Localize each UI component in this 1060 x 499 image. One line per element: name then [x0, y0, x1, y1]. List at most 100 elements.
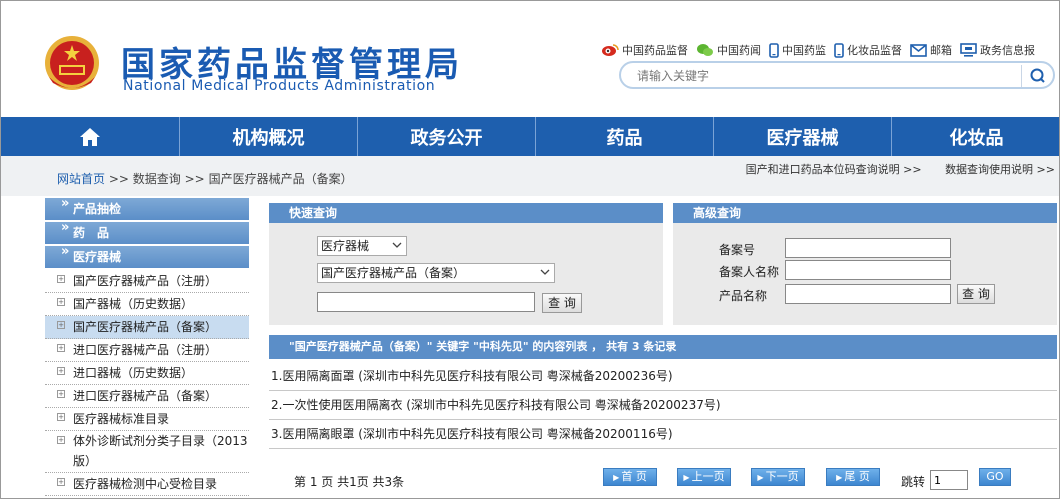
- expand-icon: +: [57, 344, 65, 352]
- play-icon: ▶: [613, 473, 620, 482]
- database-select[interactable]: 国产医疗器械产品（备案）: [317, 263, 555, 283]
- nav-item-devices[interactable]: 医疗器械: [714, 117, 892, 156]
- breadcrumb: 网站首页 >> 数据查询 >> 国产医疗器械产品（备案）: [57, 170, 353, 187]
- top-link-label: 中国药闻: [717, 44, 761, 57]
- play-icon: ▶: [683, 473, 690, 482]
- advanced-search-button[interactable]: 查 询: [957, 284, 995, 304]
- quick-search-button[interactable]: 查 询: [542, 293, 582, 313]
- sidebar-item[interactable]: + 体外诊断试剂分类子目录（2013版）: [45, 431, 249, 473]
- mobile-icon: [834, 42, 844, 58]
- site-title-en: National Medical Products Administration: [123, 78, 436, 94]
- help-links: 国产和进口药品本位码查询说明 >> 数据查询使用说明 >>: [726, 161, 1055, 177]
- go-button[interactable]: GO: [979, 468, 1011, 486]
- breadcrumb-home[interactable]: 网站首页: [57, 172, 105, 186]
- sidebar-item-label: 医疗器械标准目录: [73, 412, 170, 426]
- sidebar-item[interactable]: + 医疗器械标准目录: [45, 408, 249, 431]
- expand-icon: +: [57, 478, 65, 486]
- breadcrumb-separator: >>: [108, 172, 129, 186]
- sidebar: 产品抽检 药 品 医疗器械 +国产医疗器械产品（注册） +国产器械（历史数据） …: [45, 193, 249, 498]
- quick-search-panel: 医疗器械 国产医疗器械产品（备案） 查 询: [269, 223, 663, 325]
- expand-icon: +: [57, 367, 65, 375]
- page: 国家药品监督管理局 National Medical Products Admi…: [0, 0, 1060, 499]
- registrant-name-input[interactable]: [785, 260, 951, 280]
- sidebar-item[interactable]: + 进口器械（历史数据）: [45, 362, 249, 385]
- prev-page-label: 上一页: [691, 470, 725, 483]
- keyword-input[interactable]: [317, 292, 535, 312]
- jump-label: 跳转: [901, 475, 926, 489]
- expand-icon: +: [57, 298, 65, 306]
- search-icon: [1030, 68, 1045, 83]
- registrant-name-label: 备案人名称: [719, 265, 780, 279]
- sidebar-item[interactable]: + 国产器械（历史数据）: [45, 293, 249, 316]
- sidebar-item[interactable]: + 医疗器械检测中心受检目录: [45, 473, 249, 496]
- expand-icon: +: [57, 413, 65, 421]
- sidebar-item-active[interactable]: + 国产医疗器械产品（备案）: [45, 316, 249, 339]
- top-link-label: 邮箱: [930, 44, 952, 57]
- sidebar-item-label: 国产器械（历史数据）: [73, 297, 194, 311]
- chevron-down-icon: [392, 242, 402, 248]
- top-link-mobile-1[interactable]: 中国药监: [769, 41, 826, 59]
- top-links: 中国药品监督 中国药闻 中国药监 化妆品监督 邮箱 政务信息报: [601, 41, 1035, 59]
- record-number-input[interactable]: [785, 238, 951, 258]
- breadcrumb-separator: >>: [184, 172, 205, 186]
- last-page-button[interactable]: ▶ 尾 页: [826, 468, 880, 486]
- expand-icon: +: [57, 321, 65, 329]
- sidebar-item-label: 国产医疗器械产品（备案）: [73, 320, 218, 334]
- breadcrumb-data-query[interactable]: 数据查询: [133, 172, 181, 186]
- expand-icon: +: [57, 390, 65, 398]
- expand-icon: +: [57, 275, 65, 283]
- first-page-button[interactable]: ▶ 首 页: [603, 468, 657, 486]
- record-number-label: 备案号: [719, 243, 756, 257]
- sidebar-item[interactable]: + 进口医疗器械产品（备案）: [45, 385, 249, 408]
- play-icon: ▶: [836, 473, 843, 482]
- top-link-label: 中国药监: [782, 44, 826, 57]
- top-link-mail[interactable]: 邮箱: [910, 41, 952, 59]
- prev-page-button[interactable]: ▶ 上一页: [677, 468, 731, 486]
- quick-search-title: 快速查询: [269, 203, 663, 223]
- sidebar-item-label: 医疗器械检测中心受检目录: [73, 477, 218, 491]
- top-link-monitor[interactable]: 政务信息报: [960, 41, 1035, 59]
- search-input[interactable]: [637, 67, 1017, 85]
- header: 国家药品监督管理局 National Medical Products Admi…: [1, 1, 1059, 117]
- nav-item-org[interactable]: 机构概况: [180, 117, 358, 156]
- top-link-mobile-2[interactable]: 化妆品监督: [834, 41, 902, 59]
- top-link-wechat[interactable]: 中国药闻: [696, 41, 761, 59]
- sidebar-head-drugs[interactable]: 药 品: [45, 217, 249, 244]
- result-row[interactable]: 3.医用隔离眼罩 (深圳市中科先见医疗科技有限公司 粤深械备20200116号): [269, 420, 1057, 449]
- sidebar-head-devices[interactable]: 医疗器械: [45, 241, 249, 268]
- result-row[interactable]: 2.一次性使用医用隔离衣 (深圳市中科先见医疗科技有限公司 粤深械备202002…: [269, 391, 1057, 420]
- home-icon: [80, 127, 100, 146]
- monitor-icon: [960, 43, 977, 57]
- nav-item-cosmetics[interactable]: 化妆品: [892, 117, 1059, 156]
- nav-home[interactable]: [1, 117, 180, 156]
- sidebar-item[interactable]: + 进口医疗器械产品（注册）: [45, 339, 249, 362]
- national-emblem-icon: [45, 36, 99, 90]
- code-help-link[interactable]: 国产和进口药品本位码查询说明 >>: [746, 163, 922, 176]
- jump-page-input[interactable]: [930, 470, 968, 490]
- category-select[interactable]: 医疗器械: [317, 236, 407, 256]
- result-row[interactable]: 1.医用隔离面罩 (深圳市中科先见医疗科技有限公司 粤深械备20200236号): [269, 362, 1057, 391]
- sidebar-item-label: 进口医疗器械产品（注册）: [73, 343, 218, 357]
- sidebar-item-label: 国产医疗器械产品（注册）: [73, 274, 218, 288]
- top-link-weibo[interactable]: 中国药品监督: [601, 41, 688, 59]
- chevron-down-icon: [540, 269, 550, 275]
- breadcrumb-bar: 网站首页 >> 数据查询 >> 国产医疗器械产品（备案） 国产和进口药品本位码查…: [1, 156, 1059, 196]
- nav-item-gov-affairs[interactable]: 政务公开: [358, 117, 536, 156]
- top-link-label: 中国药品监督: [622, 44, 688, 57]
- top-link-label: 化妆品监督: [847, 44, 902, 57]
- results-header: "国产医疗器械产品（备案）" 关键字 "中科先见" 的内容列表 ， 共有 3 条…: [269, 335, 1057, 359]
- sidebar-item-label: 进口医疗器械产品（备案）: [73, 389, 218, 403]
- usage-help-link[interactable]: 数据查询使用说明 >>: [945, 163, 1055, 176]
- next-page-label: 下一页: [765, 470, 799, 483]
- wechat-icon: [697, 44, 713, 56]
- product-name-input[interactable]: [785, 284, 951, 304]
- nav-item-drugs[interactable]: 药品: [536, 117, 714, 156]
- next-page-button[interactable]: ▶ 下一页: [751, 468, 805, 486]
- sidebar-head-sampling[interactable]: 产品抽检: [45, 193, 249, 220]
- sidebar-item[interactable]: + 国产医疗器械产品（注册）: [45, 270, 249, 293]
- search-button[interactable]: [1021, 65, 1049, 87]
- sidebar-item-label: 体外诊断试剂分类子目录（2013版）: [73, 434, 248, 468]
- mobile-icon: [769, 42, 779, 58]
- play-icon: ▶: [757, 473, 764, 482]
- database-select-value: 国产医疗器械产品（备案）: [321, 266, 466, 280]
